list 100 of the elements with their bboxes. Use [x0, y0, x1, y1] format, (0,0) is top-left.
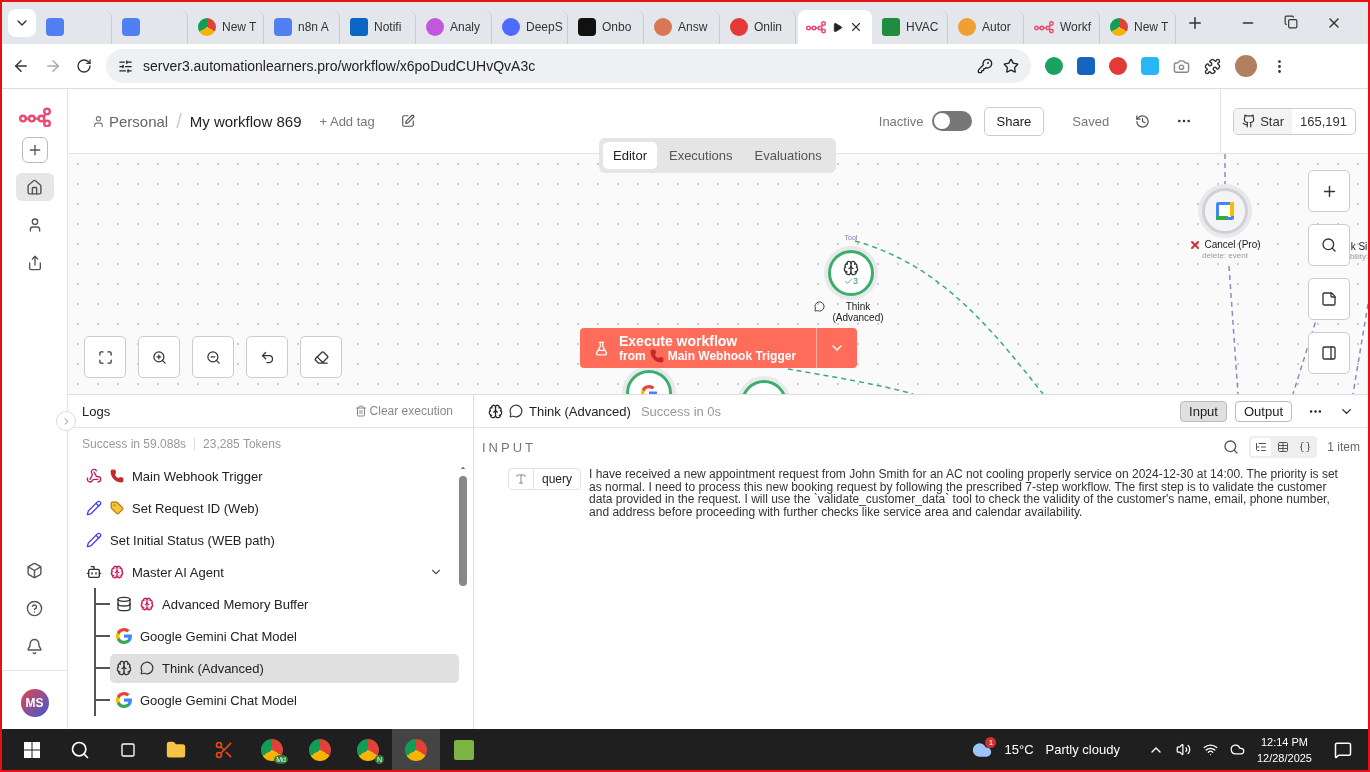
log-entry[interactable]: Master AI Agent: [80, 557, 459, 587]
text-type-icon: [515, 473, 527, 485]
schema-view-button[interactable]: [1251, 438, 1272, 456]
log-entry-label: Google Gemini Chat Model: [140, 692, 297, 708]
log-entry[interactable]: Set Initial Status (WEB path): [80, 525, 459, 555]
fit-view-button[interactable]: [84, 336, 126, 378]
pencil-icon: [86, 532, 102, 548]
notifications-icon[interactable]: [1334, 740, 1352, 759]
panel-button[interactable]: [1308, 332, 1350, 374]
scrollbar-thumb[interactable]: [459, 476, 467, 586]
add-button[interactable]: [21, 137, 48, 163]
github-star-widget[interactable]: Star 165,191: [1233, 107, 1356, 135]
logo-icon: [578, 18, 596, 36]
search-icon: [1321, 237, 1337, 253]
log-entry[interactable]: Main Webhook Trigger: [80, 461, 459, 491]
temperature: 15°C: [1004, 742, 1034, 757]
log-entry[interactable]: Google Gemini Chat Model: [110, 621, 459, 651]
brain-icon: [488, 403, 503, 419]
tab-title: Answ: [678, 20, 708, 34]
bell-icon: [26, 637, 43, 655]
zoom-in-button[interactable]: [138, 336, 180, 378]
new-tab-icon[interactable]: [1186, 14, 1204, 32]
view-tab[interactable]: Evaluations: [744, 142, 832, 169]
back-icon[interactable]: [12, 57, 30, 75]
home-button[interactable]: [15, 173, 54, 201]
network-icon[interactable]: [1202, 742, 1218, 757]
profile-avatar[interactable]: [1235, 55, 1257, 77]
extension-icon[interactable]: [1077, 57, 1095, 75]
clock[interactable]: 12:14 PM 12/28/2025: [1256, 733, 1312, 766]
speech-bubble-icon: [140, 661, 154, 675]
add-node-button[interactable]: [1308, 170, 1350, 212]
node-subtitle: bility:: [1349, 252, 1368, 261]
eraser-button[interactable]: [300, 336, 342, 378]
cloud-icon[interactable]: [1229, 742, 1245, 757]
mode-button[interactable]: Output: [1234, 400, 1292, 422]
tab-search-button[interactable]: [8, 9, 36, 37]
tab-title: Autor: [982, 20, 1011, 34]
save-status: Saved: [1072, 113, 1110, 129]
webhook-icon: [86, 468, 102, 484]
mode-button[interactable]: Input: [1180, 400, 1227, 422]
log-entry[interactable]: Think (Advanced): [110, 653, 459, 683]
add-tag-link[interactable]: + Add tag: [319, 113, 375, 129]
log-entry[interactable]: Google Gemini Chat Model: [110, 685, 459, 715]
extensions-icon[interactable]: [1204, 57, 1221, 75]
extension-icon[interactable]: [1045, 57, 1063, 75]
star-icon[interactable]: [1003, 58, 1019, 74]
edit-icon[interactable]: [400, 114, 415, 128]
log-entry[interactable]: Advanced Memory Buffer: [110, 589, 459, 619]
clear-execution-button[interactable]: Clear execution: [348, 403, 459, 419]
address-bar[interactable]: server3.automationlearners.pro/workflow/x6poDudCUHvQvA3c: [106, 49, 1031, 83]
active-label: Inactive: [878, 113, 924, 129]
search-icon[interactable]: [1223, 439, 1240, 455]
active-toggle[interactable]: [931, 111, 972, 131]
tab-title: Onbo: [602, 20, 632, 34]
tab-title: Workf: [1059, 20, 1091, 34]
share-button[interactable]: Share: [983, 106, 1045, 136]
browser-tab[interactable]: [798, 10, 872, 44]
workflow-name[interactable]: My workflow 869: [189, 112, 302, 130]
camera-icon[interactable]: [1173, 57, 1190, 75]
history-icon[interactable]: [1135, 113, 1151, 129]
help-icon: [26, 599, 43, 617]
site-settings-icon[interactable]: [118, 58, 133, 74]
schema-icon: [1255, 441, 1268, 453]
key-icon[interactable]: [977, 58, 993, 74]
node-title: Think (Advanced): [529, 403, 631, 419]
user-avatar[interactable]: MS: [20, 689, 49, 717]
volume-icon[interactable]: [1175, 742, 1191, 757]
view-tab[interactable]: Editor: [603, 142, 657, 169]
breadcrumb-separator: /: [176, 109, 182, 133]
node-label: Think (Advanced): [831, 301, 885, 323]
node-label: k Si: [1350, 241, 1368, 252]
logo-icon: [350, 18, 368, 36]
browser-icon: [1110, 18, 1128, 36]
log-entry[interactable]: Set Request ID (Web): [80, 493, 459, 523]
view-tab[interactable]: Executions: [658, 142, 743, 169]
zoom-in-icon: [151, 349, 167, 365]
user-icon: [92, 114, 105, 128]
trash-icon: [354, 405, 367, 417]
node-chain-logo[interactable]: [18, 107, 51, 127]
scroll-up-icon[interactable]: [459, 464, 467, 472]
from-label: from: [619, 349, 646, 363]
taskbar-app[interactable]: [392, 729, 440, 770]
zoom-out-button[interactable]: [192, 336, 234, 378]
reload-icon[interactable]: [76, 58, 92, 74]
browser-icon: [309, 738, 331, 761]
sticky-note-button[interactable]: [1308, 278, 1350, 320]
phone-icon: [649, 349, 664, 363]
close-icon[interactable]: [849, 20, 863, 34]
project-link[interactable]: Personal: [109, 112, 169, 130]
star-label: Star: [1260, 113, 1284, 129]
log-entry-label: Google Gemini Chat Model: [140, 628, 297, 644]
section-title: INPUT: [482, 439, 536, 455]
restore-icon[interactable]: [1284, 15, 1298, 29]
browser-icon: [357, 738, 379, 761]
workflow-node[interactable]: [1202, 188, 1248, 234]
speech-bubble-icon: [509, 404, 523, 418]
logs-title: Logs: [82, 403, 111, 419]
field-value: I have received a new appointment request from John Smith for an AC not cooling properly service on 2024-12-30 at 14:00. The priority is set as normal. I need to process this new booking request by following the prescribed 7-step workflow. The first step is to validate the customer data provided in the request. I will use the `validate_customer_data` tool to check the validity of the customer's name, email, phone number, and address before proceeding with further checks like service area and calendar availability.: [589, 468, 1339, 518]
phone-icon: [110, 469, 124, 483]
brain-icon: [140, 597, 154, 611]
